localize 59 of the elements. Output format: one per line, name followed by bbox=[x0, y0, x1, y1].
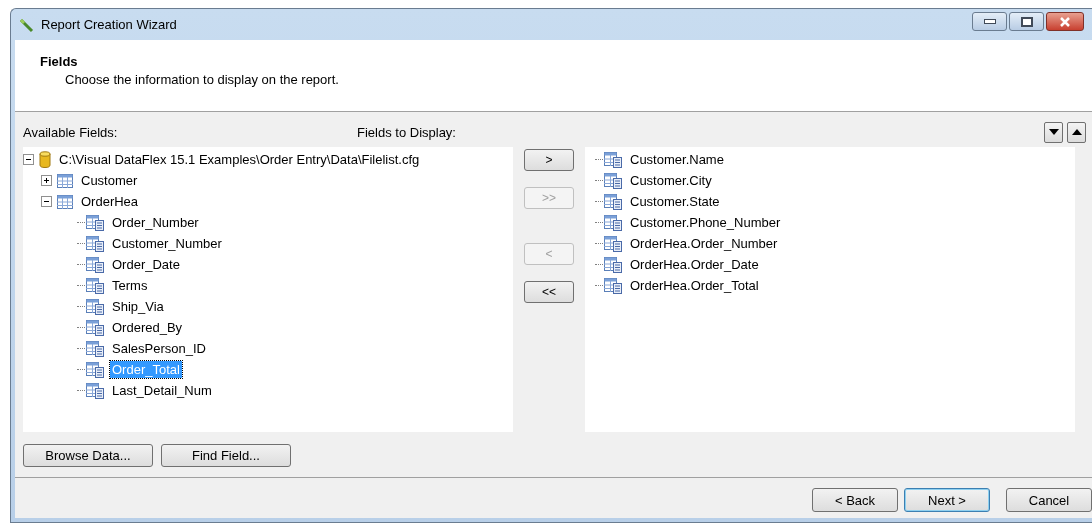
available-fields-label: Available Fields: bbox=[23, 124, 119, 140]
list-item[interactable]: Customer.City bbox=[628, 172, 714, 189]
field-icon bbox=[86, 235, 104, 252]
field-icon bbox=[604, 172, 622, 189]
field-icon bbox=[86, 214, 104, 231]
list-item[interactable]: OrderHea.Order_Number bbox=[628, 235, 780, 252]
field-icon bbox=[604, 256, 622, 273]
field-icon bbox=[86, 277, 104, 294]
move-button[interactable]: > bbox=[524, 149, 574, 171]
wizard-button[interactable]: Cancel bbox=[1006, 488, 1092, 512]
tree-item[interactable]: Last_Detail_Num bbox=[110, 382, 214, 399]
step-title: Fields bbox=[40, 54, 79, 69]
step-description: Choose the information to display on the report. bbox=[64, 72, 340, 87]
tree-item[interactable]: Ship_Via bbox=[110, 298, 166, 315]
wand-icon bbox=[19, 16, 35, 33]
tree-item[interactable]: Order_Date bbox=[110, 256, 182, 273]
move-up-button[interactable] bbox=[1067, 121, 1086, 143]
table-icon bbox=[57, 173, 73, 188]
field-icon bbox=[604, 235, 622, 252]
field-icon bbox=[86, 340, 104, 357]
expander-icon[interactable] bbox=[41, 196, 52, 207]
tree-item[interactable]: OrderHea bbox=[79, 193, 141, 210]
maximize-button[interactable] bbox=[1009, 12, 1044, 31]
field-icon bbox=[86, 319, 104, 336]
list-item[interactable]: OrderHea.Order_Total bbox=[628, 277, 761, 294]
move-button[interactable]: << bbox=[524, 281, 574, 303]
tree-item[interactable]: SalesPerson_ID bbox=[110, 340, 208, 357]
move-down-button[interactable] bbox=[1044, 121, 1063, 143]
field-icon bbox=[604, 193, 622, 210]
field-icon bbox=[86, 382, 104, 399]
tree-item[interactable]: Customer bbox=[79, 172, 140, 189]
field-icon bbox=[86, 298, 104, 315]
field-icon bbox=[604, 277, 622, 294]
wizard-button[interactable]: < Back bbox=[812, 488, 898, 512]
table-icon bbox=[57, 194, 73, 209]
tree-item[interactable]: Customer_Number bbox=[110, 235, 224, 252]
close-icon bbox=[1058, 16, 1072, 27]
field-icon bbox=[604, 214, 622, 231]
list-item[interactable]: OrderHea.Order_Date bbox=[628, 256, 761, 273]
action-button[interactable]: Find Field... bbox=[161, 444, 291, 467]
tree-item[interactable]: C:\Visual DataFlex 15.1 Examples\Order Entry\Data\Filelist.cfg bbox=[57, 151, 422, 168]
action-button[interactable]: Browse Data... bbox=[23, 444, 153, 467]
close-button[interactable] bbox=[1046, 12, 1084, 31]
field-icon bbox=[604, 151, 622, 168]
list-item[interactable]: Customer.State bbox=[628, 193, 722, 210]
expander-icon[interactable] bbox=[41, 175, 52, 186]
list-item[interactable]: Customer.Phone_Number bbox=[628, 214, 783, 231]
expander-icon[interactable] bbox=[23, 154, 34, 165]
fields-to-display-label: Fields to Display: bbox=[357, 124, 456, 140]
minimize-button[interactable] bbox=[972, 12, 1007, 31]
tree-item[interactable]: Order_Number bbox=[110, 214, 201, 231]
database-icon bbox=[39, 151, 51, 168]
tree-item[interactable]: Terms bbox=[110, 277, 150, 294]
tree-item[interactable]: Ordered_By bbox=[110, 319, 185, 336]
list-item[interactable]: Customer.Name bbox=[628, 151, 726, 168]
field-icon bbox=[86, 361, 104, 378]
wizard-button[interactable]: Next > bbox=[904, 488, 990, 512]
field-icon bbox=[86, 256, 104, 273]
window-title: Report Creation Wizard bbox=[41, 17, 177, 32]
